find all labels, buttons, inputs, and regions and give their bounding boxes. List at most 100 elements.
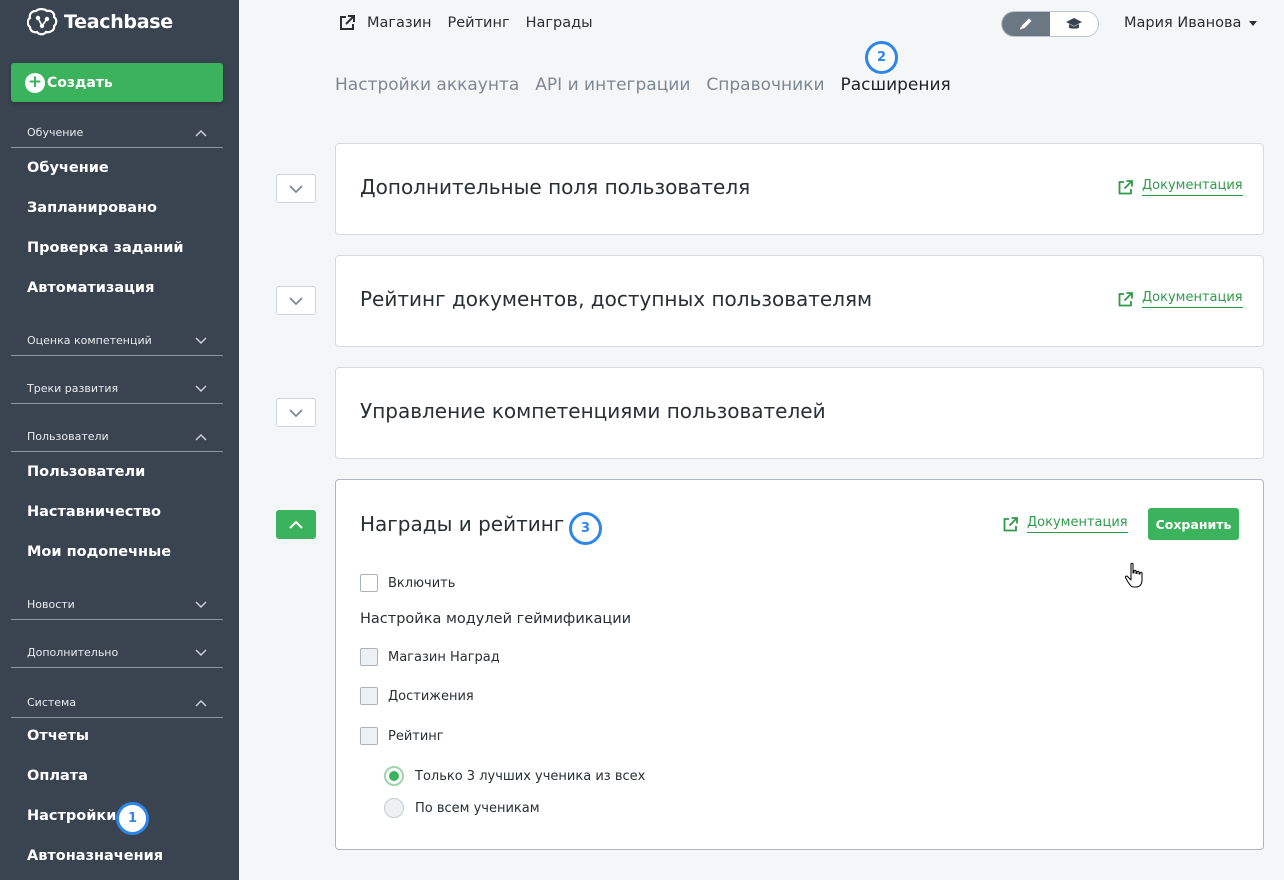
save-button[interactable]: Сохранить: [1148, 508, 1239, 540]
sidebar-item-automation[interactable]: Автоматизация: [27, 280, 154, 296]
sidebar-item-mentoring[interactable]: Наставничество: [27, 504, 161, 520]
section-label: Пользователи: [27, 430, 109, 443]
documentation-label: Документация: [1027, 515, 1128, 533]
pencil-icon: [1019, 18, 1032, 30]
chevron-down-icon: [195, 648, 207, 656]
top-link-shop[interactable]: Магазин: [367, 15, 432, 31]
documentation-label: Документация: [1142, 290, 1243, 308]
sidebar-section-learning[interactable]: Обучение: [11, 118, 223, 148]
sidebar-section-additional[interactable]: Дополнительно: [11, 638, 223, 668]
caret-down-icon: [1249, 20, 1258, 26]
panel-user-extra-fields: Дополнительные поля пользователя Докумен…: [335, 143, 1264, 235]
brand-name: Teachbase: [64, 11, 173, 33]
section-label: Треки развития: [27, 382, 119, 395]
expand-button[interactable]: [276, 174, 316, 203]
chevron-down-icon: [289, 184, 303, 193]
radio-dot: [389, 771, 399, 781]
logo[interactable]: Teachbase: [27, 8, 173, 36]
section-label: Оценка компетенций: [27, 334, 152, 347]
module-checkbox[interactable]: [360, 648, 378, 666]
step-marker-3: 3: [569, 512, 602, 545]
hand-cursor-icon: [1124, 562, 1143, 588]
module-row-shop[interactable]: Магазин Наград: [360, 648, 500, 666]
sidebar-section-tracks[interactable]: Треки развития: [11, 374, 223, 404]
chevron-down-icon: [289, 408, 303, 417]
modules-heading: Настройка модулей геймификации: [360, 611, 632, 627]
step-marker-2: 2: [865, 41, 898, 74]
section-label: Система: [27, 696, 77, 709]
settings-tabs: Настройки аккаунта API и интеграции Спра…: [335, 75, 967, 95]
top-link-rating[interactable]: Рейтинг: [448, 15, 510, 31]
panel-title: Управление компетенциями пользователей: [360, 399, 826, 423]
documentation-label: Документация: [1142, 178, 1243, 196]
module-row-achievements[interactable]: Достижения: [360, 687, 474, 705]
sidebar-item-settings[interactable]: Настройки: [27, 808, 116, 824]
module-label: Магазин Наград: [388, 649, 500, 665]
panel-competency-management: Управление компетенциями пользователей: [335, 367, 1264, 459]
radio-row-top3[interactable]: Только 3 лучших ученика из всех: [384, 766, 645, 786]
chevron-down-icon: [195, 384, 207, 392]
documentation-link[interactable]: Документация: [1117, 290, 1243, 308]
top-nav: Магазин Рейтинг Награды: [338, 14, 609, 32]
sidebar-section-users[interactable]: Пользователи: [11, 422, 223, 452]
module-row-rating[interactable]: Рейтинг: [360, 727, 444, 745]
tab-api-integrations[interactable]: API и интеграции: [535, 75, 690, 95]
mode-toggle[interactable]: [1001, 11, 1099, 37]
enable-label: Включить: [388, 575, 456, 591]
sidebar-item-autoassign[interactable]: Автоназначения: [27, 848, 163, 864]
module-checkbox[interactable]: [360, 727, 378, 745]
graduation-cap-icon: [1066, 18, 1082, 29]
radio-button[interactable]: [384, 798, 404, 818]
enable-checkbox-row[interactable]: Включить: [360, 574, 455, 592]
module-checkbox[interactable]: [360, 687, 378, 705]
radio-button-selected[interactable]: [384, 766, 404, 786]
external-link-icon: [1118, 179, 1133, 194]
external-link-icon[interactable]: [338, 14, 356, 32]
sidebar-item-scheduled[interactable]: Запланировано: [27, 200, 157, 216]
sidebar-item-learning[interactable]: Обучение: [27, 160, 109, 176]
documentation-link[interactable]: Документация: [1117, 178, 1243, 196]
chevron-down-icon: [289, 296, 303, 305]
expand-button[interactable]: [276, 398, 316, 427]
tab-extensions[interactable]: Расширения: [841, 75, 951, 95]
panel-title: Рейтинг документов, доступных пользовате…: [360, 287, 873, 311]
sidebar-section-competencies[interactable]: Оценка компетенций: [11, 326, 223, 356]
chevron-up-icon: [195, 699, 207, 707]
chevron-down-icon: [195, 336, 207, 344]
enable-checkbox[interactable]: [360, 574, 378, 592]
step-marker-1: 1: [116, 802, 149, 835]
learner-mode-button[interactable]: [1050, 12, 1098, 36]
edit-mode-button[interactable]: [1002, 12, 1050, 36]
sidebar-item-payment[interactable]: Оплата: [27, 768, 88, 784]
sidebar-item-reports[interactable]: Отчеты: [27, 728, 89, 744]
documentation-link[interactable]: Документация: [1002, 515, 1128, 533]
tab-account-settings[interactable]: Настройки аккаунта: [335, 75, 519, 95]
sidebar-item-task-review[interactable]: Проверка заданий: [27, 240, 184, 256]
top-link-rewards[interactable]: Награды: [526, 15, 593, 31]
module-label: Рейтинг: [388, 728, 444, 744]
section-label: Новости: [27, 598, 75, 611]
sidebar-item-users[interactable]: Пользователи: [27, 464, 145, 480]
panel-title: Дополнительные поля пользователя: [360, 175, 751, 199]
external-link-icon: [1118, 291, 1133, 306]
sidebar-section-system[interactable]: Система: [11, 688, 223, 718]
create-button[interactable]: + Создать: [11, 63, 223, 102]
create-label: Создать: [47, 74, 113, 91]
chevron-down-icon: [195, 600, 207, 608]
chevron-up-icon: [289, 520, 303, 529]
external-link-icon: [1003, 516, 1018, 531]
chevron-up-icon: [195, 129, 207, 137]
radio-label: По всем ученикам: [415, 800, 540, 816]
brain-logo-icon: [27, 8, 58, 36]
expand-button[interactable]: [276, 286, 316, 315]
sidebar-item-mentees[interactable]: Мои подопечные: [27, 544, 171, 560]
tab-directories[interactable]: Справочники: [706, 75, 824, 95]
chevron-up-icon: [195, 433, 207, 441]
collapse-button[interactable]: [276, 510, 316, 539]
radio-row-all[interactable]: По всем ученикам: [384, 798, 540, 818]
user-menu[interactable]: Мария Иванова: [1124, 15, 1258, 31]
sidebar-section-news[interactable]: Новости: [11, 590, 223, 620]
module-label: Достижения: [388, 688, 474, 704]
user-name: Мария Иванова: [1124, 15, 1242, 31]
panel-document-rating: Рейтинг документов, доступных пользовате…: [335, 255, 1264, 347]
